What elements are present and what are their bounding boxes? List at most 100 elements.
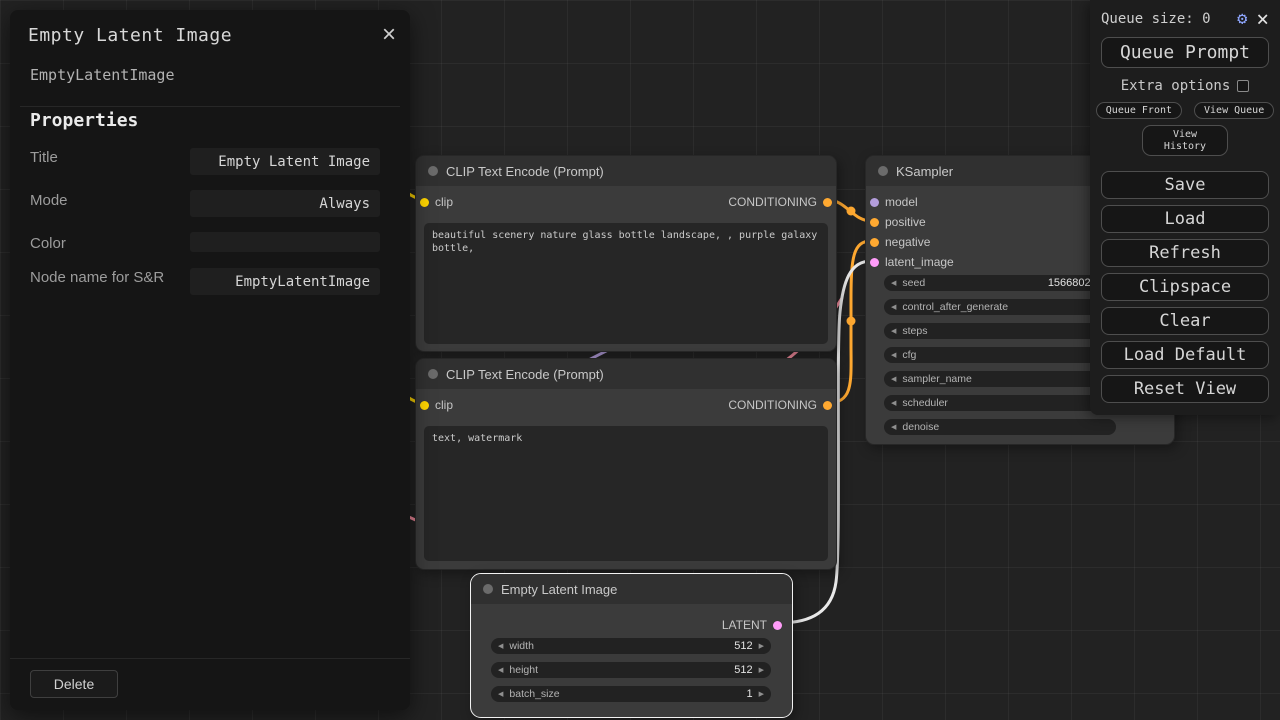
- slot-label: latent_image: [885, 255, 954, 269]
- clear-button[interactable]: Clear: [1101, 307, 1269, 335]
- properties-heading: Properties: [30, 110, 138, 131]
- widget-scheduler[interactable]: ◀ scheduler: [884, 395, 1116, 411]
- collapse-dot-icon[interactable]: [483, 584, 493, 594]
- load-default-button[interactable]: Load Default: [1101, 341, 1269, 369]
- widget-label: height: [509, 664, 538, 676]
- decrement-arrow-icon[interactable]: ◀: [891, 280, 896, 287]
- model-slot-dot-icon[interactable]: [870, 198, 879, 207]
- latent-slot-dot-icon[interactable]: [870, 258, 879, 267]
- widget-label: width: [509, 640, 534, 652]
- prompt-textarea[interactable]: text, watermark: [424, 426, 828, 561]
- link-midpoint-dot[interactable]: [847, 317, 856, 326]
- widget-cfg[interactable]: ◀ cfg: [884, 347, 1116, 363]
- latent-image-input-slot[interactable]: latent_image: [870, 255, 954, 269]
- decrement-arrow-icon[interactable]: ◀: [891, 352, 896, 359]
- slot-label: CONDITIONING: [728, 195, 817, 209]
- collapse-dot-icon[interactable]: [428, 369, 438, 379]
- conditioning-slot-dot-icon[interactable]: [870, 218, 879, 227]
- positive-input-slot[interactable]: positive: [870, 215, 926, 229]
- widget-sampler-name[interactable]: ◀ sampler_name: [884, 371, 1116, 387]
- field-label-node-name: Node name for S&R: [30, 268, 180, 288]
- delete-button[interactable]: Delete: [30, 670, 118, 698]
- field-label-color: Color: [30, 234, 180, 254]
- conditioning-slot-dot-icon[interactable]: [823, 401, 832, 410]
- prompt-textarea[interactable]: beautiful scenery nature glass bottle la…: [424, 223, 828, 344]
- conditioning-slot-dot-icon[interactable]: [823, 198, 832, 207]
- decrement-arrow-icon[interactable]: ◀: [891, 304, 896, 311]
- node-title: CLIP Text Encode (Prompt): [446, 367, 604, 382]
- latent-slot-dot-icon[interactable]: [773, 621, 782, 630]
- field-label-title: Title: [30, 148, 180, 168]
- decrement-arrow-icon[interactable]: ◀: [498, 643, 503, 650]
- panel-title: Empty Latent Image: [28, 25, 232, 46]
- collapse-dot-icon[interactable]: [878, 166, 888, 176]
- clipspace-button[interactable]: Clipspace: [1101, 273, 1269, 301]
- mode-field[interactable]: Always: [190, 190, 380, 217]
- load-button[interactable]: Load: [1101, 205, 1269, 233]
- widget-seed[interactable]: ◀ seed 1566802087: [884, 275, 1116, 291]
- widget-height[interactable]: ◀ height 512 ▶: [491, 662, 771, 678]
- extra-options-checkbox[interactable]: [1237, 80, 1249, 92]
- decrement-arrow-icon[interactable]: ◀: [498, 667, 503, 674]
- color-field[interactable]: [190, 232, 380, 252]
- conditioning-output-slot[interactable]: CONDITIONING: [728, 195, 832, 209]
- model-input-slot[interactable]: model: [870, 195, 918, 209]
- slot-label: negative: [885, 235, 930, 249]
- close-icon[interactable]: ×: [1256, 10, 1269, 28]
- queue-front-button[interactable]: Queue Front: [1096, 102, 1182, 119]
- view-queue-button[interactable]: View Queue: [1194, 102, 1274, 119]
- increment-arrow-icon[interactable]: ▶: [759, 643, 764, 650]
- view-history-button[interactable]: View History: [1142, 125, 1228, 156]
- widget-label: steps: [902, 325, 927, 337]
- node-title: CLIP Text Encode (Prompt): [446, 164, 604, 179]
- widget-steps[interactable]: ◀ steps: [884, 323, 1116, 339]
- slot-label: model: [885, 195, 918, 209]
- settings-gear-icon[interactable]: ⚙: [1237, 11, 1247, 28]
- slot-label: CONDITIONING: [728, 398, 817, 412]
- node-header[interactable]: CLIP Text Encode (Prompt): [416, 156, 836, 186]
- node-empty-latent-image[interactable]: Empty Latent Image LATENT ◀ width 512 ▶ …: [470, 573, 793, 718]
- node-graph-canvas[interactable]: CLIP Text Encode (Prompt) clip CONDITION…: [0, 0, 1280, 720]
- latent-output-slot[interactable]: LATENT: [722, 618, 782, 632]
- save-button[interactable]: Save: [1101, 171, 1269, 199]
- collapse-dot-icon[interactable]: [428, 166, 438, 176]
- widget-label: seed: [902, 277, 925, 289]
- queue-prompt-button[interactable]: Queue Prompt: [1101, 37, 1269, 68]
- widget-control-after-generate[interactable]: ◀ control_after_generate ran: [884, 299, 1116, 315]
- close-icon[interactable]: ×: [382, 24, 396, 46]
- node-type-label: EmptyLatentImage: [20, 66, 400, 107]
- extra-options-label: Extra options: [1121, 78, 1231, 94]
- widget-label: scheduler: [902, 397, 948, 409]
- widget-value: 512: [734, 640, 752, 652]
- widget-denoise[interactable]: ◀ denoise: [884, 419, 1116, 435]
- decrement-arrow-icon[interactable]: ◀: [498, 691, 503, 698]
- clip-input-slot[interactable]: clip: [420, 398, 453, 412]
- negative-input-slot[interactable]: negative: [870, 235, 930, 249]
- link-midpoint-dot[interactable]: [847, 207, 856, 216]
- decrement-arrow-icon[interactable]: ◀: [891, 376, 896, 383]
- node-clip-text-encode-negative[interactable]: CLIP Text Encode (Prompt) clip CONDITION…: [415, 358, 837, 570]
- node-clip-text-encode-positive[interactable]: CLIP Text Encode (Prompt) clip CONDITION…: [415, 155, 837, 352]
- conditioning-slot-dot-icon[interactable]: [870, 238, 879, 247]
- clip-slot-dot-icon[interactable]: [420, 401, 429, 410]
- node-header[interactable]: Empty Latent Image: [471, 574, 792, 604]
- decrement-arrow-icon[interactable]: ◀: [891, 328, 896, 335]
- widget-width[interactable]: ◀ width 512 ▶: [491, 638, 771, 654]
- widget-label: control_after_generate: [902, 301, 1008, 313]
- decrement-arrow-icon[interactable]: ◀: [891, 400, 896, 407]
- widget-batch-size[interactable]: ◀ batch_size 1 ▶: [491, 686, 771, 702]
- increment-arrow-icon[interactable]: ▶: [759, 667, 764, 674]
- refresh-button[interactable]: Refresh: [1101, 239, 1269, 267]
- increment-arrow-icon[interactable]: ▶: [759, 691, 764, 698]
- reset-view-button[interactable]: Reset View: [1101, 375, 1269, 403]
- clip-input-slot[interactable]: clip: [420, 195, 453, 209]
- field-label-mode: Mode: [30, 191, 180, 211]
- clip-slot-dot-icon[interactable]: [420, 198, 429, 207]
- title-field[interactable]: Empty Latent Image: [190, 148, 380, 175]
- widget-label: cfg: [902, 349, 916, 361]
- decrement-arrow-icon[interactable]: ◀: [891, 424, 896, 431]
- node-name-field[interactable]: EmptyLatentImage: [190, 268, 380, 295]
- conditioning-output-slot[interactable]: CONDITIONING: [728, 398, 832, 412]
- slot-label: clip: [435, 195, 453, 209]
- node-header[interactable]: CLIP Text Encode (Prompt): [416, 359, 836, 389]
